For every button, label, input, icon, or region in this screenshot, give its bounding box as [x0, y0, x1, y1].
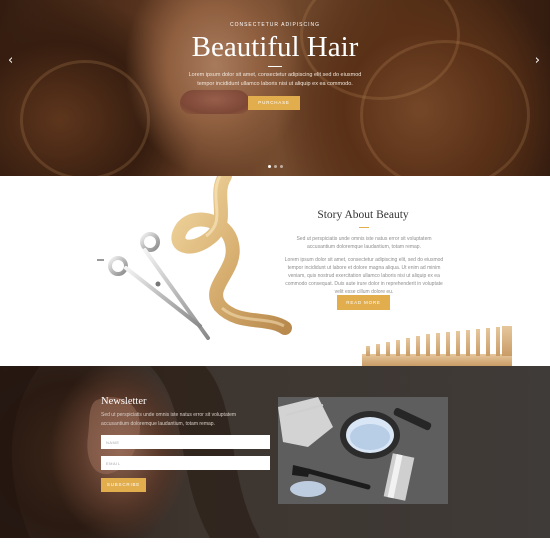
slider-dots	[268, 165, 283, 168]
purchase-button[interactable]: PURCHASE	[248, 96, 300, 110]
slider-dot[interactable]	[280, 165, 283, 168]
hero-title: Beautiful Hair	[191, 31, 359, 63]
newsletter-description: Sed ut perspiciatis unde omnis iste natu…	[101, 412, 237, 427]
story-paragraph: Lorem ipsum dolor sit amet, consectetur …	[284, 257, 444, 295]
story-section	[0, 176, 550, 366]
hero-slider: ‹ › CONSECTETUR ADIPISCING Beautiful Hai…	[0, 0, 550, 176]
hair-knot-illustration	[171, 176, 292, 335]
hair-dye-tools-photo	[278, 397, 448, 504]
newsletter-title: Newsletter	[101, 396, 147, 407]
footer-strip	[0, 538, 550, 550]
hero-description: Lorem ipsum dolor sit amet, consectetur …	[188, 72, 362, 87]
story-divider	[359, 227, 369, 228]
name-field[interactable]	[101, 435, 270, 449]
slider-dot[interactable]	[268, 165, 271, 168]
story-paragraph: Sed ut perspiciatis unde omnis iste natu…	[296, 236, 432, 250]
hero-kicker: CONSECTETUR ADIPISCING	[229, 22, 321, 28]
hero-divider	[268, 66, 282, 67]
comb-illustration	[362, 326, 512, 366]
read-more-button[interactable]: READ MORE	[337, 295, 390, 310]
story-illustration	[97, 176, 512, 366]
newsletter-section	[0, 366, 550, 538]
hair-dye-tools-illustration	[278, 397, 448, 504]
story-title: Story About Beauty	[317, 209, 409, 221]
email-field[interactable]	[101, 456, 270, 470]
newsletter-model-backdrop	[0, 366, 260, 538]
slider-dot[interactable]	[274, 165, 277, 168]
subscribe-button[interactable]: SUBSCRIBE	[101, 478, 146, 492]
